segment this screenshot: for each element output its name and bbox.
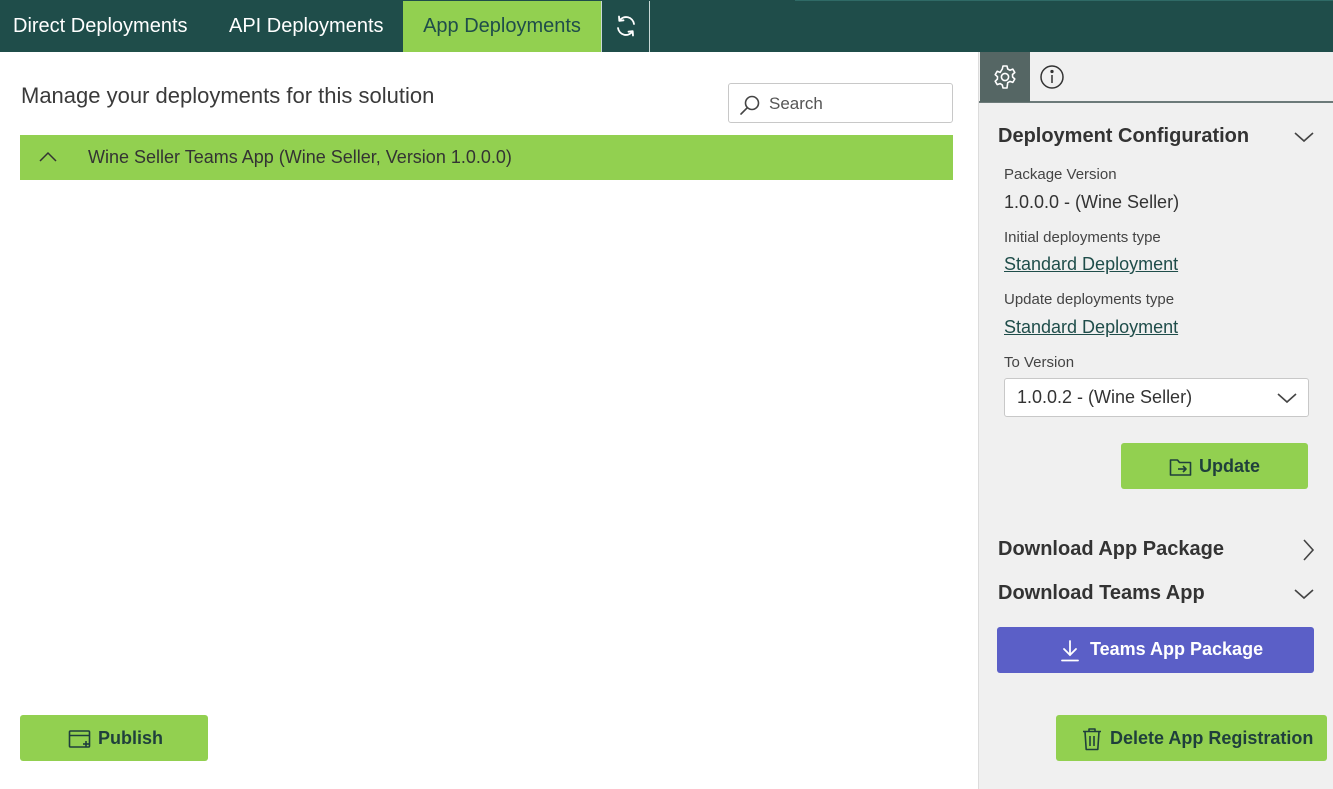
- search-box[interactable]: [728, 83, 953, 123]
- refresh-button[interactable]: [601, 1, 650, 52]
- top-tab-bar: Direct Deployments API Deployments App D…: [0, 0, 1333, 52]
- publish-label: Publish: [98, 728, 164, 748]
- info-icon[interactable]: [1039, 64, 1065, 90]
- publish-button[interactable]: Publish: [20, 715, 208, 761]
- delete-app-registration-button[interactable]: Delete App Registration: [1056, 715, 1327, 761]
- teams-app-package-button[interactable]: Teams App Package: [997, 627, 1314, 673]
- initial-deployments-type-link[interactable]: Standard Deployment: [1004, 254, 1178, 275]
- to-version-select[interactable]: 1.0.0.2 - (Wine Seller): [1004, 378, 1309, 417]
- teams-app-package-label: Teams App Package: [1090, 639, 1264, 659]
- publish-icon: [68, 730, 91, 748]
- folder-arrow-icon: [1169, 459, 1192, 476]
- download-app-package-heading[interactable]: Download App Package: [998, 538, 1224, 561]
- trash-icon: [1083, 728, 1101, 751]
- download-icon: [1061, 640, 1079, 662]
- package-version-value: 1.0.0.0 - (Wine Seller): [1004, 192, 1180, 212]
- gear-icon: [994, 65, 1016, 89]
- app-list-item[interactable]: Wine Seller Teams App (Wine Seller, Vers…: [20, 135, 953, 180]
- app-row-label: Wine Seller Teams App (Wine Seller, Vers…: [88, 147, 512, 167]
- side-panel-tabs: [979, 52, 1333, 103]
- tab-app-deployments[interactable]: App Deployments: [403, 1, 601, 52]
- search-input[interactable]: [769, 92, 944, 116]
- chevron-down-icon: [1277, 393, 1297, 404]
- to-version-value: 1.0.0.2 - (Wine Seller): [1017, 387, 1193, 407]
- page-title: Manage your deployments for this solutio…: [21, 83, 435, 108]
- update-label: Update: [1199, 456, 1261, 476]
- top-rule: [795, 0, 1333, 1]
- tab-direct-deployments[interactable]: Direct Deployments: [13, 0, 188, 52]
- to-version-label: To Version: [1004, 354, 1075, 371]
- side-panel: Deployment Configuration Package Version…: [978, 52, 1333, 789]
- chevron-down-icon[interactable]: [1293, 130, 1315, 144]
- update-button[interactable]: Update: [1121, 443, 1308, 489]
- tab-settings[interactable]: [980, 52, 1030, 102]
- chevron-up-icon[interactable]: [38, 149, 58, 165]
- tab-api-deployments[interactable]: API Deployments: [229, 0, 384, 52]
- download-teams-app-heading[interactable]: Download Teams App: [998, 582, 1205, 605]
- refresh-icon: [617, 15, 635, 37]
- update-deployments-type-label: Update deployments type: [1004, 291, 1175, 308]
- delete-app-registration-label: Delete App Registration: [1110, 728, 1314, 748]
- deployment-configuration-heading[interactable]: Deployment Configuration: [998, 125, 1249, 148]
- initial-deployments-type-label: Initial deployments type: [1004, 229, 1161, 246]
- search-icon: [740, 95, 760, 115]
- package-version-label: Package Version: [1004, 166, 1117, 183]
- chevron-down-icon[interactable]: [1293, 587, 1315, 601]
- update-deployments-type-link[interactable]: Standard Deployment: [1004, 317, 1178, 338]
- chevron-right-icon[interactable]: [1301, 538, 1315, 562]
